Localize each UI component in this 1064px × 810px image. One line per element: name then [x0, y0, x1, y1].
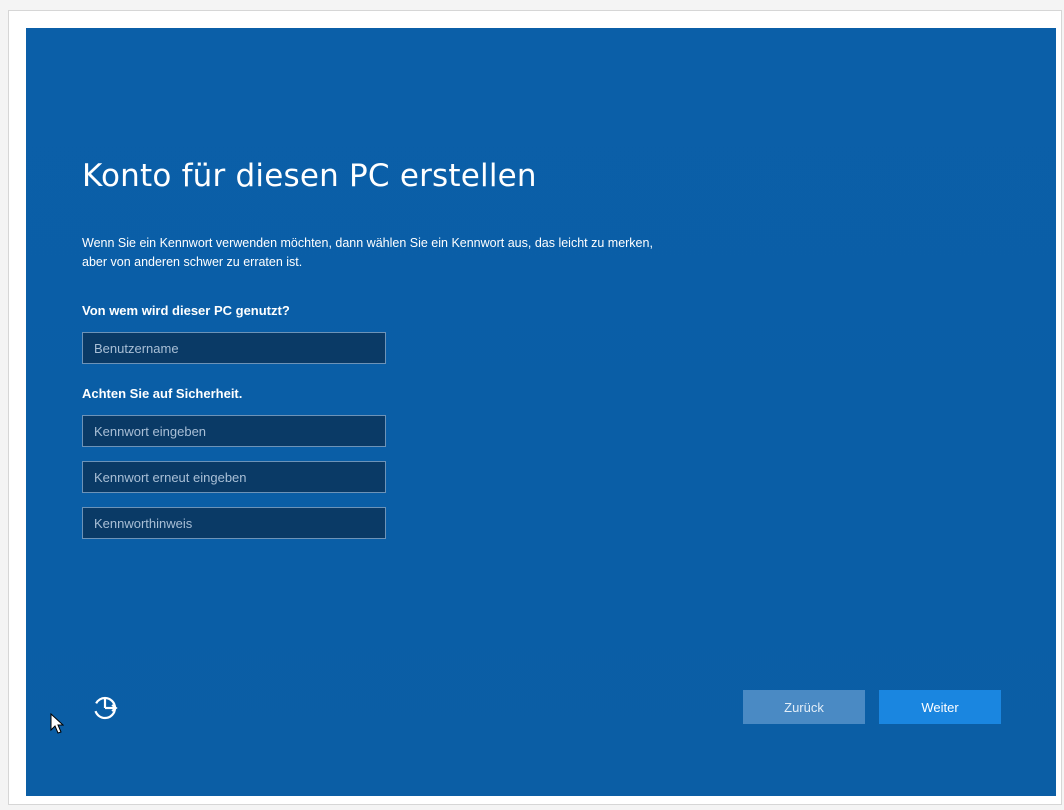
window-frame: Konto für diesen PC erstellen Wenn Sie e…	[0, 0, 1064, 810]
description-line-1: Wenn Sie ein Kennwort verwenden möchten,…	[82, 236, 653, 250]
password-field[interactable]	[82, 415, 386, 447]
ease-of-access-icon[interactable]	[90, 690, 124, 724]
mouse-cursor-icon	[50, 713, 64, 734]
user-section-label: Von wem wird dieser PC genutzt?	[82, 303, 290, 318]
security-section-label: Achten Sie auf Sicherheit.	[82, 386, 243, 401]
password-repeat-field[interactable]	[82, 461, 386, 493]
next-button[interactable]: Weiter	[879, 690, 1001, 724]
back-button[interactable]: Zurück	[743, 690, 865, 724]
password-hint-field[interactable]	[82, 507, 386, 539]
page-title: Konto für diesen PC erstellen	[82, 158, 537, 194]
username-field[interactable]	[82, 332, 386, 364]
page-description: Wenn Sie ein Kennwort verwenden möchten,…	[82, 234, 842, 272]
description-line-2: aber von anderen schwer zu erraten ist.	[82, 255, 303, 269]
setup-screen: Konto für diesen PC erstellen Wenn Sie e…	[26, 28, 1056, 796]
